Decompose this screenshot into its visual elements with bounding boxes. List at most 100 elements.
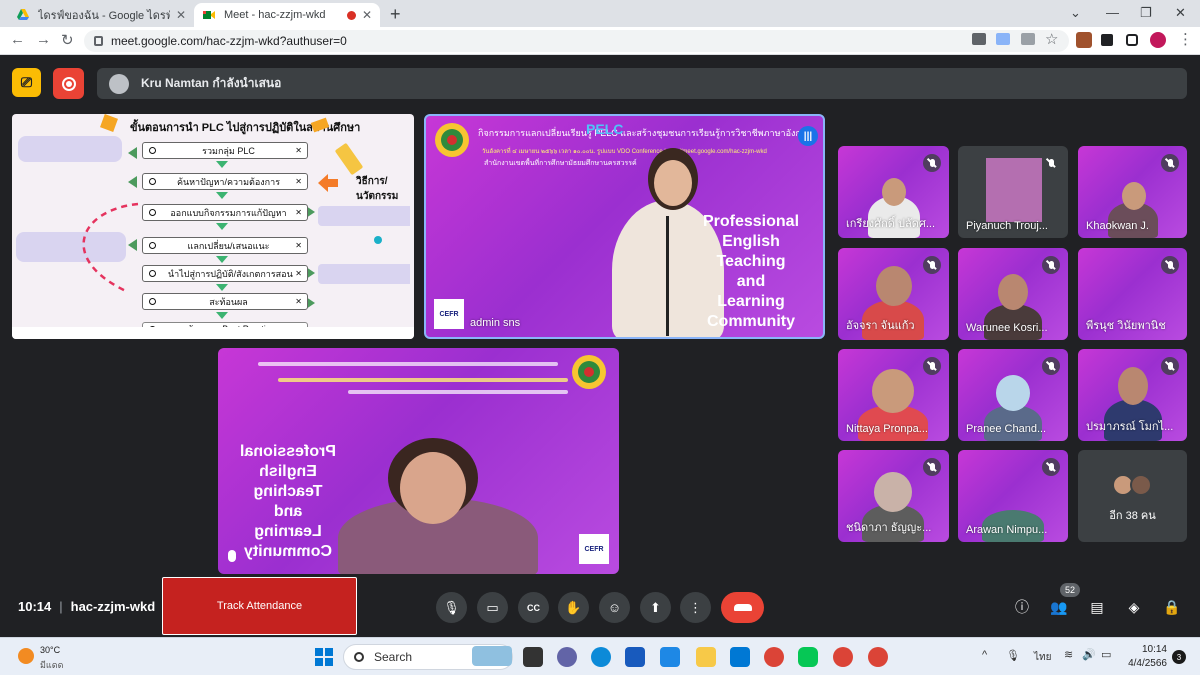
- chevron-up-icon[interactable]: ^: [982, 649, 987, 661]
- arrow-down-icon: [216, 312, 228, 319]
- wifi-icon[interactable]: ≋: [1064, 648, 1073, 661]
- menu-icon[interactable]: ⋮: [1178, 30, 1193, 48]
- mic-tray-icon[interactable]: 🎙: [1006, 649, 1020, 662]
- microphone-button[interactable]: 🎙: [436, 592, 467, 623]
- weather-temp: 30°C: [40, 645, 61, 655]
- sidepanel-icon[interactable]: [1126, 34, 1138, 46]
- word-icon[interactable]: [625, 647, 645, 667]
- self-view-tile[interactable]: Professional English Teaching and Learni…: [218, 348, 619, 574]
- participant-tile[interactable]: Warunee Kosri...: [958, 248, 1068, 340]
- track-attendance-button[interactable]: Track Attendance: [162, 577, 357, 635]
- participant-name: Arawan Nimpu...: [966, 524, 1048, 536]
- search-icon: [149, 147, 156, 154]
- presentation-slide[interactable]: ขั้นตอนการนำ PLC ไปสู่การปฏิบัติในสถานศึ…: [12, 114, 414, 339]
- participant-face: [874, 472, 912, 512]
- record-icon: [61, 76, 76, 91]
- participant-tile[interactable]: Khaokwan J.: [1078, 146, 1187, 238]
- google-drive-icon: [17, 9, 29, 20]
- volume-icon[interactable]: 🔊: [1082, 648, 1096, 661]
- forward-icon[interactable]: →: [36, 31, 51, 48]
- windows-start-icon[interactable]: [315, 648, 333, 666]
- tab-meet[interactable]: Meet - hac-zzjm-wkd ✕: [194, 3, 380, 27]
- participant-tile[interactable]: ปรมาภรณ์ โมกไ...: [1078, 349, 1187, 441]
- participant-tile[interactable]: Nittaya Pronpa...: [838, 349, 949, 441]
- share-icon[interactable]: [1021, 33, 1035, 45]
- speaker-tile[interactable]: กิจกรรมการแลกเปลี่ยนเรียนรู้ PELC และสร้…: [424, 114, 825, 339]
- more-options-button[interactable]: ⋮: [680, 592, 711, 623]
- reload-icon[interactable]: ↻: [61, 31, 74, 49]
- camera-button[interactable]: ▭: [477, 592, 508, 623]
- chrome-icon[interactable]: [764, 647, 784, 667]
- present-button[interactable]: ⬆: [640, 592, 671, 623]
- edge-icon[interactable]: [591, 647, 611, 667]
- search-icon: [149, 178, 156, 185]
- close-icon[interactable]: ✕: [362, 8, 372, 22]
- mic-off-icon: [1161, 154, 1179, 172]
- activities-icon[interactable]: ◈: [1125, 598, 1143, 616]
- tab-google-drive[interactable]: ไดรฟ์ของฉัน - Google ไดรฟ์ ✕: [8, 3, 194, 27]
- app-l-icon[interactable]: [660, 647, 680, 667]
- captions-button[interactable]: CC: [518, 592, 549, 623]
- end-call-button[interactable]: [721, 592, 764, 623]
- notification-badge[interactable]: 3: [1172, 650, 1186, 664]
- puzzle-icon[interactable]: [1101, 34, 1113, 46]
- more-participants-tile[interactable]: อีก 38 คน: [1078, 450, 1187, 542]
- participant-face: [996, 375, 1030, 411]
- camera-icon[interactable]: [972, 33, 986, 45]
- chat-app-icon[interactable]: [557, 647, 577, 667]
- weather-icon[interactable]: [18, 648, 34, 664]
- people-icon[interactable]: 👥: [1050, 598, 1068, 616]
- captions-off-button[interactable]: ⎚: [12, 68, 41, 97]
- raise-hand-button[interactable]: ✋: [558, 592, 589, 623]
- slide-side-label: วิธีการ/นวัตกรรม: [356, 176, 399, 202]
- host-controls-icon[interactable]: 🔒: [1163, 598, 1181, 616]
- speaker-face: [654, 160, 692, 206]
- search-icon: [149, 298, 156, 305]
- back-icon[interactable]: ←: [10, 31, 25, 48]
- battery-icon[interactable]: ▭: [1101, 648, 1111, 661]
- recording-button[interactable]: [53, 68, 84, 99]
- window-close-icon[interactable]: ✕: [1175, 5, 1186, 21]
- participant-tile[interactable]: พีรนุช วินัยพานิช: [1078, 248, 1187, 340]
- tab-title: ไดรฟ์ของฉัน - Google ไดรฟ์: [38, 10, 170, 22]
- address-bar: ← → ↻ meet.google.com/hac-zzjm-wkd?authu…: [0, 27, 1200, 55]
- participant-tile[interactable]: Pranee Chand...: [958, 349, 1068, 441]
- extension-icon[interactable]: [1076, 32, 1092, 48]
- participant-tile[interactable]: เกรียงศักดิ์ ปลัดศ...: [838, 146, 949, 238]
- mic-off-icon: [1042, 357, 1060, 375]
- emoji-button[interactable]: ☺: [599, 592, 630, 623]
- close-icon[interactable]: ✕: [176, 8, 186, 22]
- chat-icon[interactable]: ▤: [1088, 598, 1106, 616]
- new-tab-button[interactable]: +: [390, 4, 401, 25]
- participant-tile[interactable]: อัจจรา จันแก้ว: [838, 248, 949, 340]
- profile-avatar[interactable]: [1150, 32, 1166, 48]
- task-view-icon[interactable]: [523, 647, 543, 667]
- participant-name: Khaokwan J.: [1086, 220, 1149, 232]
- camera-icon: ▭: [486, 599, 499, 615]
- participant-tile[interactable]: ชนิดาภา ธัญญะ...: [838, 450, 949, 542]
- banner-pelc: PELC: [586, 121, 624, 137]
- file-explorer-icon[interactable]: [696, 647, 716, 667]
- info-icon[interactable]: ⓘ: [1013, 598, 1031, 616]
- clock-date[interactable]: 4/4/2566: [1120, 658, 1167, 669]
- speaking-indicator-icon: |||: [798, 126, 818, 146]
- chrome-icon[interactable]: [833, 647, 853, 667]
- mail-icon[interactable]: [730, 647, 750, 667]
- line-icon[interactable]: [798, 647, 818, 667]
- participant-tile[interactable]: Piyanuch Trouj...: [958, 146, 1068, 238]
- bookmark-star-icon[interactable]: ☆: [1045, 30, 1058, 48]
- tab-search-icon[interactable]: ⌄: [1070, 5, 1081, 21]
- language-indicator[interactable]: ไทย: [1034, 650, 1051, 665]
- minimize-icon[interactable]: —: [1106, 5, 1119, 20]
- banner-date: วันอังคารที่ ๔ เมษายน ๒๕๖๖ เวลา ๑๐.๐๐น. …: [482, 149, 767, 155]
- slide-toolbar: [12, 327, 414, 339]
- maximize-icon[interactable]: ❐: [1140, 5, 1152, 21]
- participant-tile[interactable]: Arawan Nimpu...: [958, 450, 1068, 542]
- url-input[interactable]: meet.google.com/hac-zzjm-wkd?authuser=0: [84, 30, 1069, 52]
- clock-time[interactable]: 10:14: [1127, 644, 1167, 655]
- pencil-icon: [334, 142, 364, 176]
- translate-icon[interactable]: [996, 33, 1010, 45]
- chrome-icon[interactable]: [868, 647, 888, 667]
- participant-name: Pranee Chand...: [966, 423, 1047, 435]
- mic-off-icon: [923, 458, 941, 476]
